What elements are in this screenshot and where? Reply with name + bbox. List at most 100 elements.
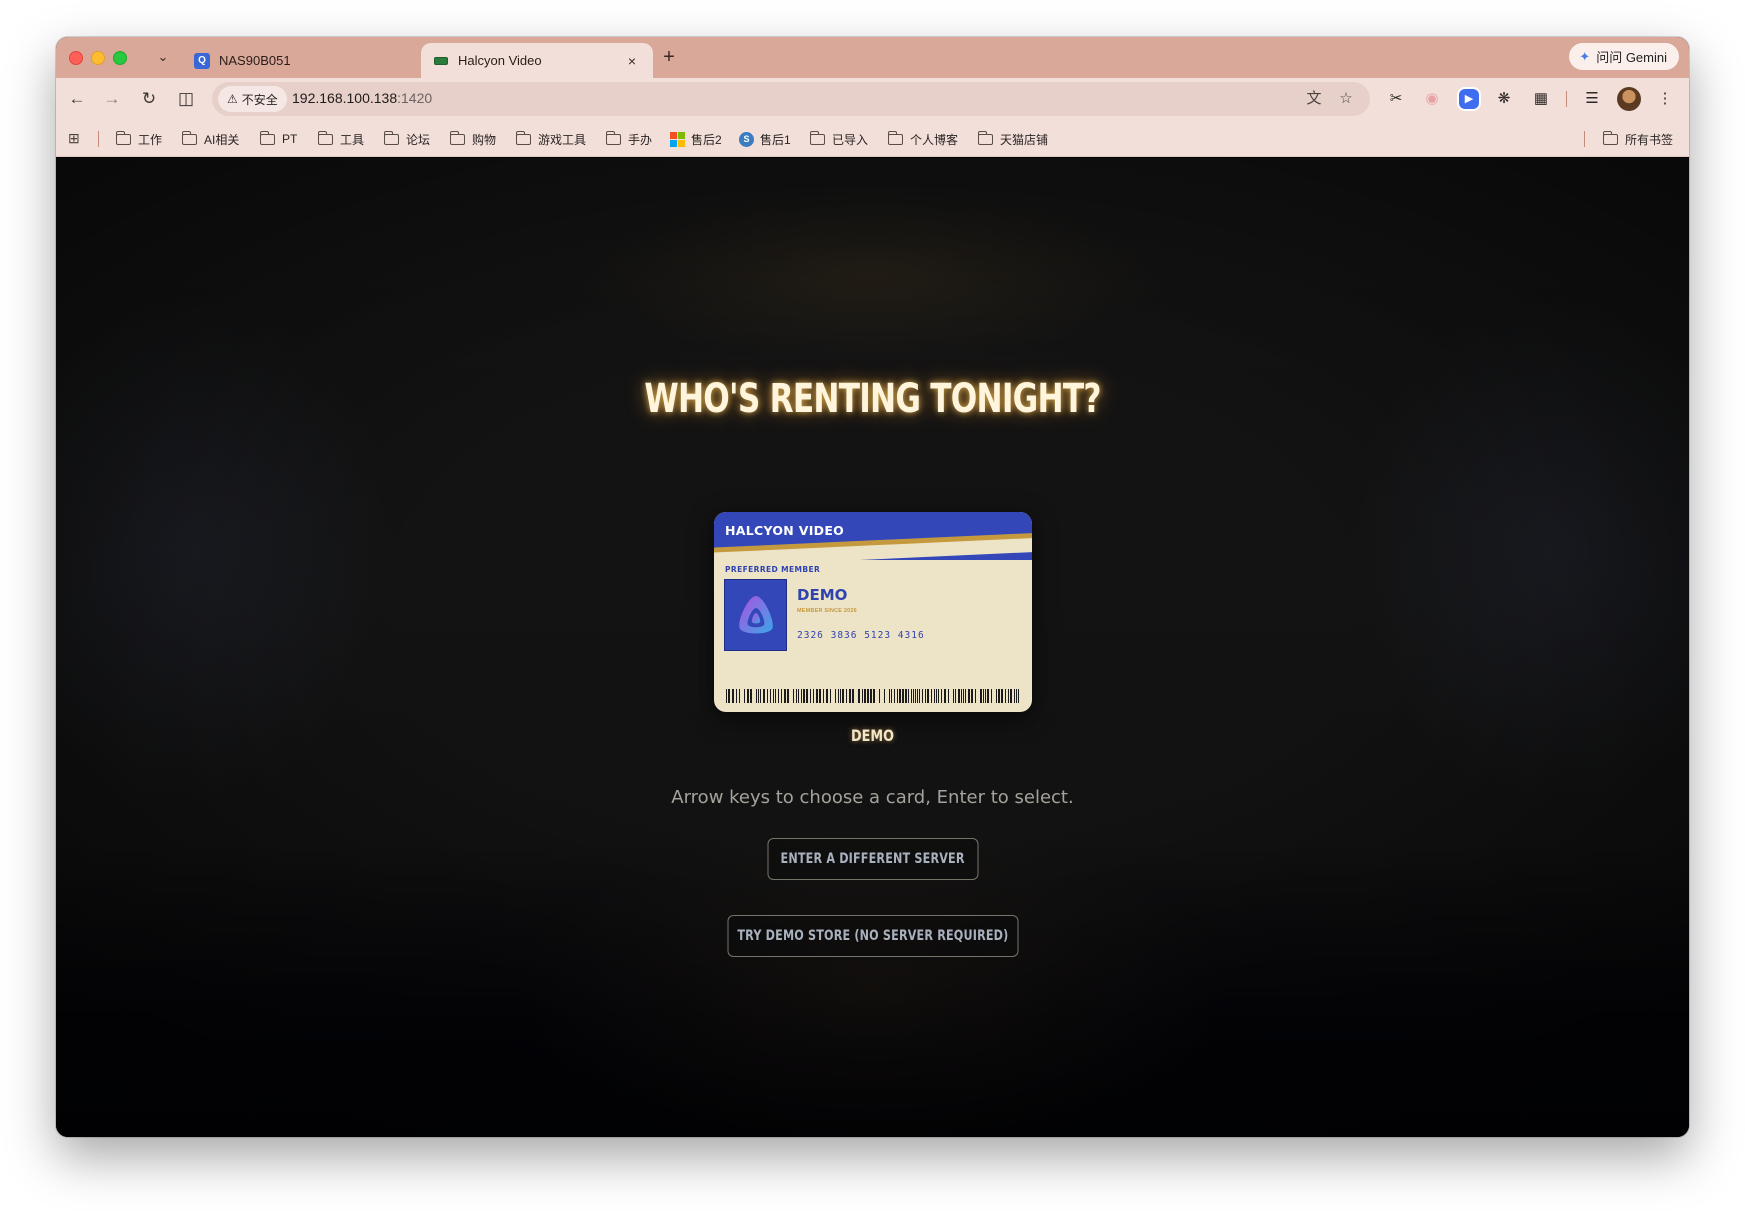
folder-icon: [260, 130, 275, 145]
bookmark-star-icon[interactable]: ☆: [1334, 87, 1358, 111]
close-window-button[interactable]: [69, 51, 83, 65]
pink-extension-icon[interactable]: ◉: [1419, 86, 1445, 112]
folder-icon: [606, 130, 621, 145]
bookmarks-divider: [1584, 131, 1585, 147]
try-demo-store-button[interactable]: TRY DEMO STORE (NO SERVER REQUIRED): [727, 915, 1018, 957]
translate-icon[interactable]: 文: [1302, 87, 1326, 111]
bookmark-label: PT: [282, 132, 298, 146]
bookmark-label: AI相关: [204, 132, 240, 147]
tab-strip: ⌄ Q NAS90B051 × Halcyon Video × + ✦ 问问 G…: [56, 37, 1689, 78]
more-menu-icon[interactable]: ⋮: [1652, 86, 1678, 112]
new-tab-button[interactable]: +: [658, 46, 680, 68]
card-brand: HALCYON VIDEO: [725, 523, 845, 538]
card-member-name: DEMO: [797, 586, 848, 604]
maximize-window-button[interactable]: [113, 51, 127, 65]
folder-icon: [516, 130, 531, 145]
bookmark-label: 天猫店铺: [1000, 132, 1049, 147]
card-profile-name: DEMO: [851, 726, 894, 745]
bookmark-label: 售后1: [760, 132, 791, 147]
tab-title: Halcyon Video: [458, 53, 542, 68]
button-label: TRY DEMO STORE (NO SERVER REQUIRED): [736, 928, 1009, 944]
toolbar-divider: [1566, 91, 1567, 107]
keyboard-hint: Arrow keys to choose a card, Enter to se…: [671, 787, 1074, 808]
profile-avatar[interactable]: [1617, 87, 1641, 111]
tab-search-icon[interactable]: ⌄: [154, 48, 172, 66]
gemini-button[interactable]: ✦ 问问 Gemini: [1569, 43, 1679, 70]
barcode: [726, 689, 1019, 703]
bookmark-item[interactable]: 个人博客: [888, 129, 958, 149]
bookmark-item[interactable]: 论坛: [384, 129, 430, 149]
browser-toolbar: ← → ↻ ◫ ⚠ 不安全 192.168.100.138:1420 文 ☆ ✂…: [56, 78, 1689, 120]
folder-icon: [116, 130, 131, 145]
gemini-sparkle-icon: ✦: [1579, 48, 1591, 64]
security-label: 不安全: [241, 92, 278, 107]
card-number: 2326 3836 5123 4316: [797, 630, 925, 641]
bookmark-item[interactable]: AI相关: [182, 129, 239, 149]
bookmark-label: 游戏工具: [538, 132, 587, 147]
tab-title: NAS90B051: [219, 53, 291, 68]
close-tab-icon[interactable]: ×: [623, 53, 641, 69]
folder-icon: [450, 130, 465, 145]
bookmarks-bar: ⊞ 工作 AI相关 PT 工具 论坛 购物 游戏工具 手办 售后2 S 售后1 …: [56, 120, 1689, 157]
all-bookmarks-label: 所有书签: [1625, 132, 1674, 147]
card-member-since: MEMBER SINCE 2026: [797, 608, 857, 614]
bookmark-item[interactable]: 工具: [318, 129, 364, 149]
bookmark-item[interactable]: 天猫店铺: [978, 129, 1048, 149]
bookmark-item[interactable]: 游戏工具: [516, 129, 586, 149]
bookmark-item[interactable]: 购物: [450, 129, 496, 149]
bookmark-item[interactable]: S 售后1: [739, 129, 791, 149]
reading-list-icon[interactable]: ☰: [1579, 86, 1605, 112]
folder-icon: [810, 130, 825, 145]
bookmark-item[interactable]: 售后2: [670, 129, 722, 149]
chatgpt-extension-icon[interactable]: ❋: [1491, 86, 1517, 112]
minimize-window-button[interactable]: [91, 51, 105, 65]
bookmark-item[interactable]: 工作: [116, 129, 162, 149]
bookmark-label: 购物: [472, 132, 497, 147]
bookmark-label: 手办: [628, 132, 653, 147]
bookmarks-divider: [98, 131, 99, 147]
folder-icon: [318, 130, 333, 145]
folder-icon: [384, 130, 399, 145]
apps-grid-icon[interactable]: ⊞: [68, 131, 82, 145]
button-label: ENTER A DIFFERENT SERVER: [780, 851, 965, 867]
url-port: :1420: [397, 90, 433, 106]
folder-icon: [182, 130, 197, 145]
bookmark-item[interactable]: 手办: [606, 129, 652, 149]
back-arrow-icon[interactable]: ←: [64, 86, 90, 112]
bookmark-item[interactable]: 已导入: [810, 129, 868, 149]
screenshot-extension-icon[interactable]: ✂: [1383, 86, 1409, 112]
bookmark-label: 个人博客: [910, 132, 959, 147]
halcyon-icon: [433, 53, 449, 69]
reload-icon[interactable]: ↻: [136, 86, 162, 112]
member-card[interactable]: HALCYON VIDEO PREFERRED MEMBER DEMO MEMB…: [714, 512, 1032, 712]
jellyfin-logo-icon: [724, 579, 787, 651]
address-bar[interactable]: ⚠ 不安全 192.168.100.138:1420 文 ☆: [212, 82, 1370, 116]
gemini-label: 问问 Gemini: [1596, 50, 1667, 65]
folder-icon: [978, 130, 993, 145]
url-text: 192.168.100.138:1420: [292, 90, 432, 106]
warning-icon: ⚠: [227, 92, 238, 106]
blue-extension-icon[interactable]: ▶: [1459, 89, 1479, 109]
forward-arrow-icon[interactable]: →: [99, 86, 125, 112]
bookmark-label: 已导入: [832, 132, 869, 147]
microsoft-icon: [670, 131, 685, 147]
nas-icon: Q: [194, 52, 210, 69]
all-bookmarks[interactable]: 所有书签: [1603, 129, 1673, 149]
s-icon: S: [739, 131, 754, 147]
folder-icon: [888, 130, 903, 145]
browser-window: ⌄ Q NAS90B051 × Halcyon Video × + ✦ 问问 G…: [56, 37, 1689, 1137]
folder-icon: [1603, 130, 1618, 145]
url-host: 192.168.100.138: [292, 90, 398, 106]
enter-different-server-button[interactable]: ENTER A DIFFERENT SERVER: [767, 838, 978, 880]
card-tier: PREFERRED MEMBER: [725, 565, 821, 574]
extensions-puzzle-icon[interactable]: ▦: [1528, 86, 1554, 112]
security-chip[interactable]: ⚠ 不安全: [218, 86, 287, 112]
page-title: WHO'S RENTING TONIGHT?: [644, 376, 1101, 422]
split-view-icon[interactable]: ◫: [173, 86, 199, 112]
bookmark-item[interactable]: PT: [260, 129, 297, 149]
bookmark-label: 论坛: [406, 132, 431, 147]
bookmark-label: 工作: [138, 132, 163, 147]
tab-halcyon-video[interactable]: Halcyon Video ×: [421, 43, 653, 78]
page-content: WHO'S RENTING TONIGHT? HALCYON VIDEO PRE…: [56, 158, 1689, 1137]
bookmark-label: 售后2: [691, 132, 722, 147]
